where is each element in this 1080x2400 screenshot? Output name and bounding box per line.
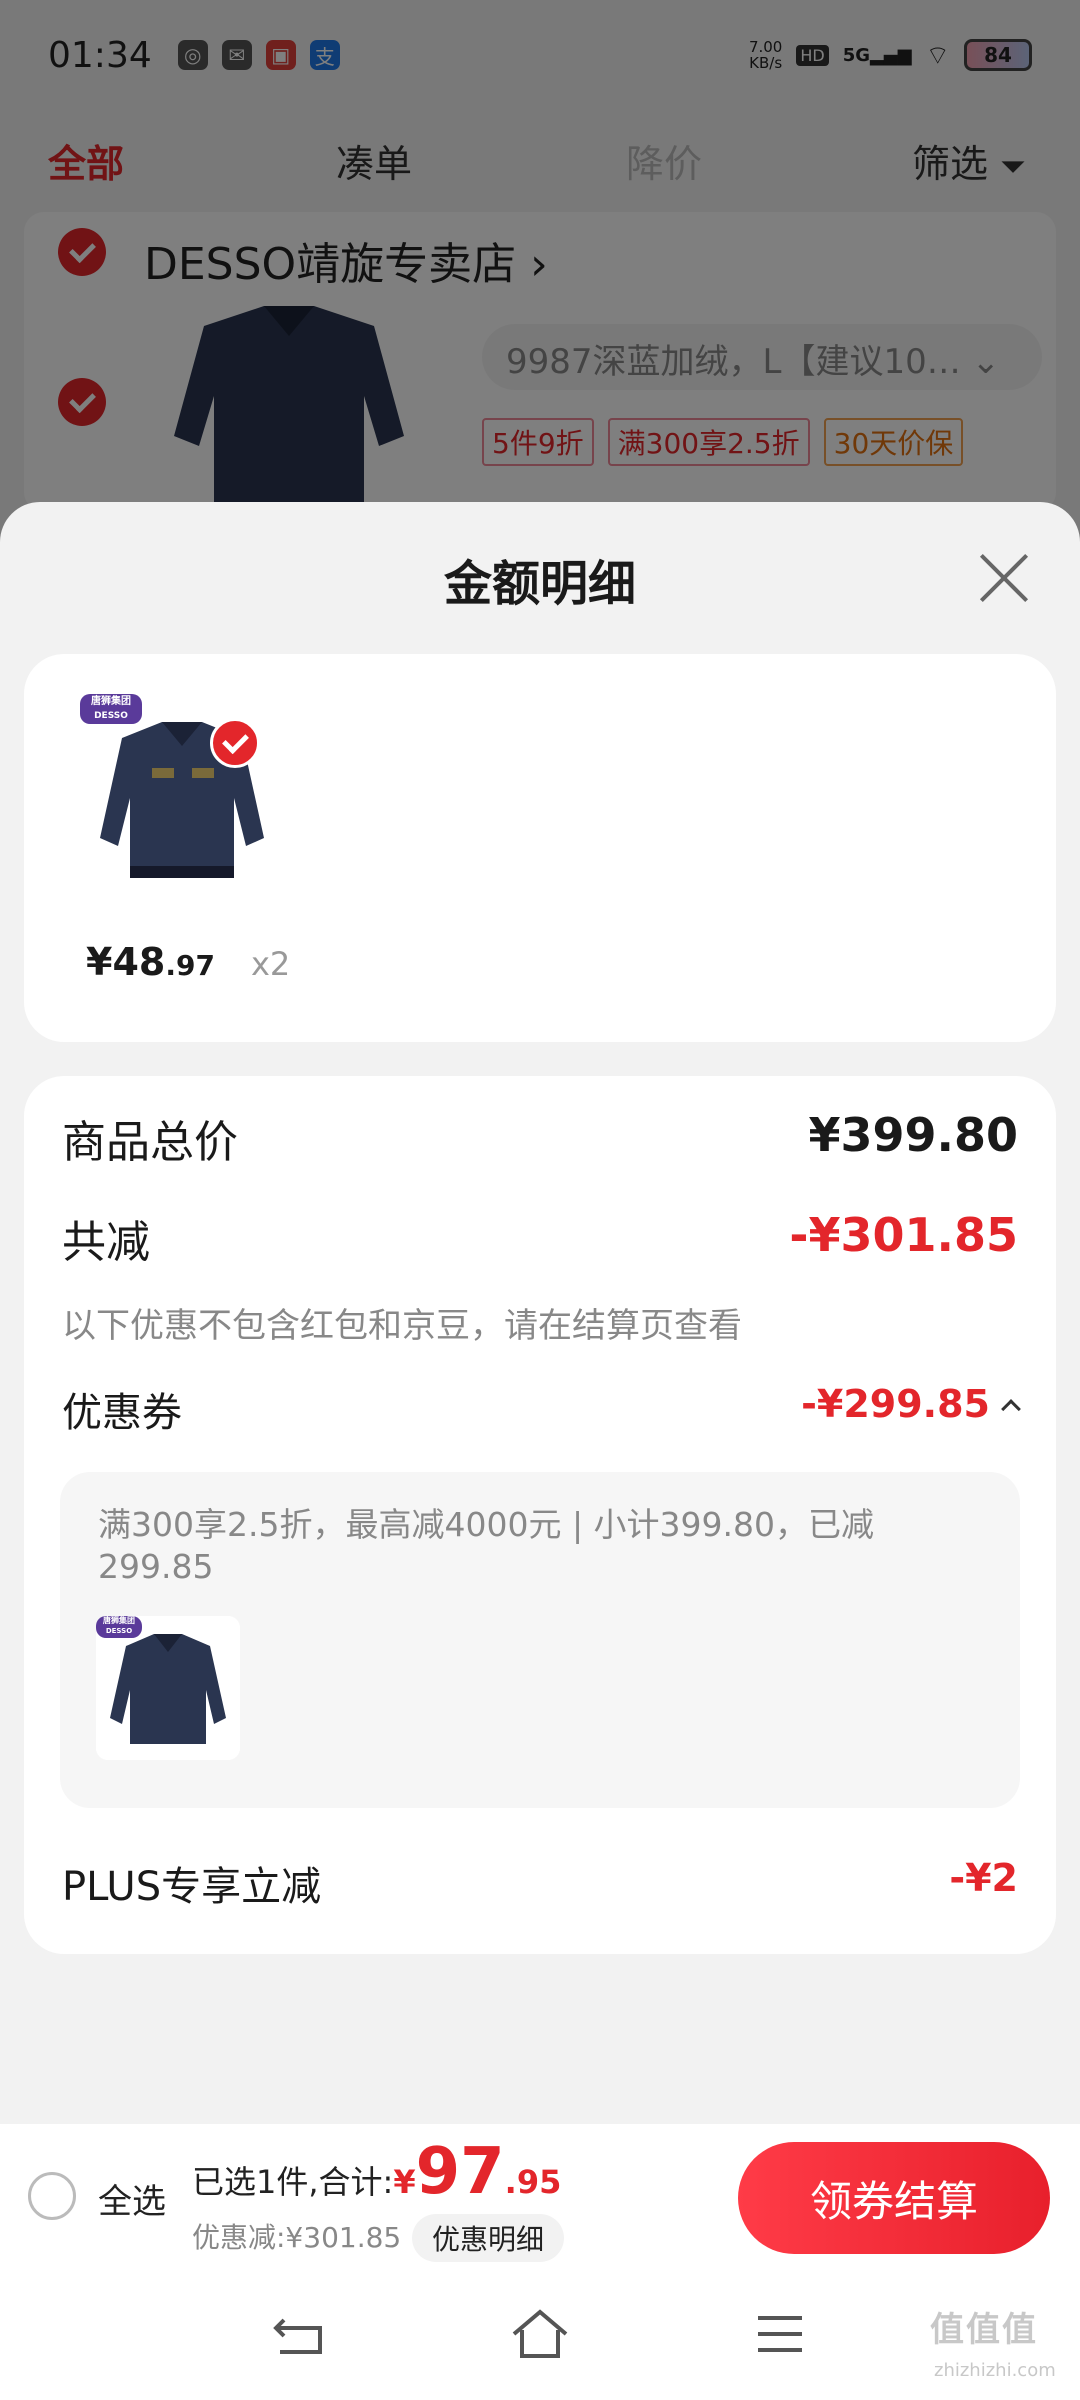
total-value: ¥399.80 bbox=[808, 1108, 1018, 1162]
brand-badge-small-line1: 唐狮集团 bbox=[103, 1616, 135, 1625]
total-label: 商品总价 bbox=[62, 1117, 238, 1168]
product-price: ¥48 .97 x2 bbox=[86, 940, 290, 984]
sum-int: 97 bbox=[415, 2135, 505, 2209]
reduce-label: 共减 bbox=[62, 1217, 150, 1268]
brand-badge-line1: 唐狮集团 bbox=[91, 696, 131, 707]
sum-line: 已选1件,合计: ¥ 97 .95 bbox=[192, 2140, 561, 2204]
home-icon[interactable] bbox=[510, 2308, 570, 2360]
brand-badge-line2: DESSO bbox=[94, 711, 128, 721]
reduce-value: -¥301.85 bbox=[789, 1208, 1018, 1262]
coupon-label: 优惠券 bbox=[62, 1390, 182, 1436]
price-int: ¥48 bbox=[86, 940, 166, 984]
coupon-toggle[interactable]: -¥299.85 bbox=[801, 1382, 1021, 1426]
plus-label: PLUS专享立减 bbox=[62, 1864, 322, 1910]
watermark-logo: 值值值 bbox=[930, 2310, 1038, 2350]
coupon-detail-box: 满300享2.5折，最高减4000元 | 小计399.80，已减299.85 唐… bbox=[60, 1472, 1020, 1808]
product-qty: x2 bbox=[250, 945, 291, 983]
plus-value: -¥2 bbox=[949, 1856, 1018, 1900]
discount-note: 以下优惠不包含红包和京豆，请在结算页查看 bbox=[62, 1306, 742, 1346]
sum-label: 已选1件,合计: bbox=[192, 2163, 394, 2201]
discount-detail-button[interactable]: 优惠明细 bbox=[412, 2214, 565, 2262]
product-check-icon[interactable] bbox=[210, 718, 260, 768]
select-all-label[interactable]: 全选 bbox=[98, 2174, 166, 2223]
sum-dec: .95 bbox=[504, 2163, 562, 2201]
price-summary-card: 商品总价 ¥399.80 共减 -¥301.85 以下优惠不包含红包和京豆，请在… bbox=[24, 1076, 1056, 1954]
product-card: 唐狮集团 DESSO ¥48 .97 x2 bbox=[24, 654, 1056, 1042]
system-nav-bar: 值值值 zhizhizhi.com bbox=[0, 2272, 1080, 2400]
sum-yen: ¥ bbox=[393, 2163, 416, 2201]
discount-summary: 优惠减:¥301.85 bbox=[192, 2221, 402, 2254]
select-all-radio[interactable] bbox=[28, 2172, 76, 2220]
coupon-desc: 满300享2.5折，最高减4000元 | 小计399.80，已减299.85 bbox=[98, 1505, 875, 1586]
checkout-button[interactable]: 领券结算 bbox=[738, 2142, 1050, 2254]
watermark-url: zhizhizhi.com bbox=[934, 2360, 1056, 2381]
menu-icon[interactable] bbox=[756, 2312, 804, 2356]
coupon-value: -¥299.85 bbox=[801, 1382, 990, 1426]
back-icon[interactable] bbox=[270, 2314, 326, 2356]
price-dec: .97 bbox=[165, 949, 215, 982]
chevron-up-icon bbox=[1001, 1398, 1021, 1419]
brand-badge: 唐狮集团 DESSO bbox=[80, 694, 142, 724]
sheet-title: 金额明细 bbox=[443, 556, 636, 612]
brand-badge-small: 唐狮集团 DESSO bbox=[96, 1616, 142, 1638]
amount-detail-sheet: 金额明细 唐狮集团 DESSO ¥48 .97 x2 商品总价 ¥399.80 … bbox=[0, 502, 1080, 2400]
brand-badge-small-line2: DESSO bbox=[105, 1627, 133, 1635]
close-icon[interactable] bbox=[976, 550, 1032, 606]
checkout-bar: 全选 已选1件,合计: ¥ 97 .95 优惠减:¥301.85 优惠明细 领券… bbox=[0, 2124, 1080, 2272]
